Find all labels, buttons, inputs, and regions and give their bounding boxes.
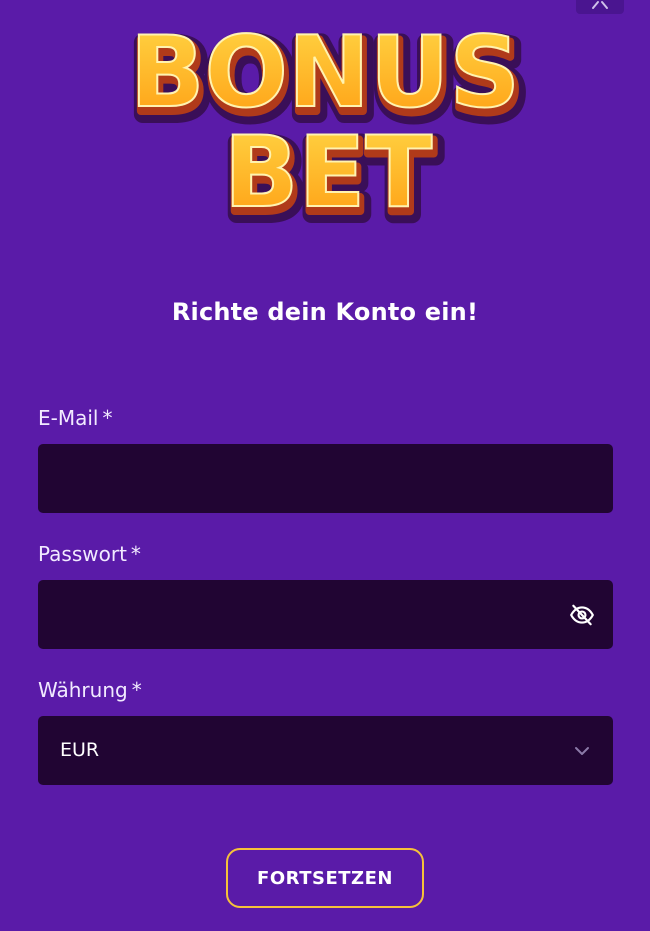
logo-line-2-face: BET xyxy=(224,116,433,230)
logo-line-1-face: BONUS xyxy=(130,16,520,130)
password-field[interactable] xyxy=(38,580,613,649)
password-label-text: Passwort xyxy=(38,542,127,566)
close-button[interactable] xyxy=(576,0,624,14)
email-label: E-Mail * xyxy=(38,406,112,430)
password-label: Passwort * xyxy=(38,542,141,566)
currency-required-mark: * xyxy=(131,678,142,702)
email-required-mark: * xyxy=(102,406,113,430)
email-label-text: E-Mail xyxy=(38,406,99,430)
password-field-wrapper xyxy=(38,580,613,649)
close-icon xyxy=(592,1,608,9)
email-field[interactable] xyxy=(38,444,613,513)
currency-selected-value: EUR xyxy=(60,739,100,761)
brand-logo: BONUS BONUS BONUS BET BET BET xyxy=(125,15,533,234)
continue-button[interactable]: FORTSETZEN xyxy=(226,848,424,908)
currency-select[interactable]: EUR xyxy=(38,716,613,785)
page-title: Richte dein Konto ein! xyxy=(171,298,479,326)
email-field-wrapper xyxy=(38,444,613,513)
password-required-mark: * xyxy=(130,542,141,566)
currency-dropdown-toggle[interactable] xyxy=(569,738,595,764)
eye-off-icon xyxy=(570,604,594,626)
password-visibility-toggle[interactable] xyxy=(569,602,595,628)
currency-label: Währung * xyxy=(38,678,142,702)
currency-label-text: Währung xyxy=(38,678,128,702)
chevron-down-icon xyxy=(575,747,589,755)
